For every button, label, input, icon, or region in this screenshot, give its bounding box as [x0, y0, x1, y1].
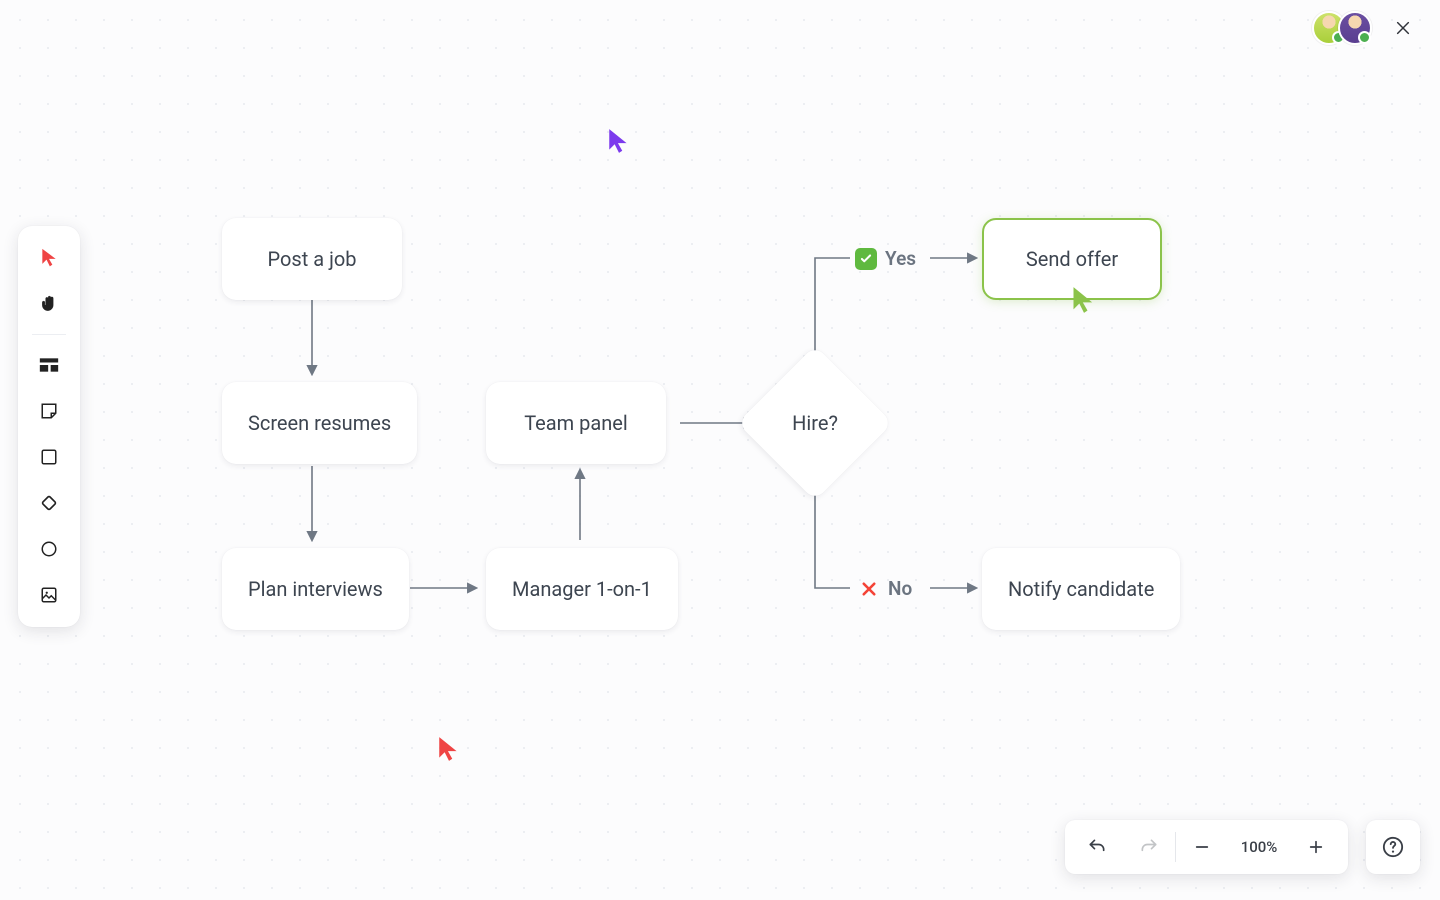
- help-icon: [1382, 836, 1404, 858]
- node-send-offer[interactable]: Send offer: [982, 218, 1162, 300]
- node-label: Screen resumes: [248, 411, 391, 435]
- tool-diamond[interactable]: [26, 481, 72, 525]
- sticky-note-icon: [40, 402, 58, 420]
- x-icon: [858, 578, 880, 600]
- square-icon: [40, 448, 58, 466]
- collaborator-cursor-red: [438, 736, 460, 766]
- check-icon: [855, 248, 877, 270]
- branch-yes[interactable]: Yes: [855, 247, 916, 270]
- minus-icon: [1194, 839, 1210, 855]
- tool-circle[interactable]: [26, 527, 72, 571]
- avatar[interactable]: [1338, 11, 1372, 45]
- tool-pan[interactable]: [26, 282, 72, 326]
- help-button[interactable]: [1366, 820, 1420, 874]
- tool-palette: [18, 226, 80, 627]
- undo-button[interactable]: [1071, 820, 1123, 874]
- collaborator-avatars[interactable]: [1312, 11, 1372, 45]
- branch-label: Yes: [885, 247, 916, 270]
- zoom-value[interactable]: 100%: [1228, 838, 1290, 856]
- hand-icon: [39, 294, 59, 314]
- node-label: Plan interviews: [248, 577, 383, 601]
- tool-select[interactable]: [26, 236, 72, 280]
- section-icon: [39, 357, 59, 373]
- node-hire-decision[interactable]: Hire?: [760, 368, 870, 478]
- tool-image[interactable]: [26, 573, 72, 617]
- image-icon: [40, 586, 58, 604]
- branch-no[interactable]: No: [858, 577, 912, 600]
- redo-icon: [1139, 837, 1159, 857]
- node-label: Team panel: [524, 411, 628, 435]
- circle-icon: [40, 540, 58, 558]
- close-button[interactable]: [1386, 11, 1420, 45]
- node-label: Send offer: [1026, 247, 1118, 271]
- close-icon: [1395, 20, 1411, 36]
- node-team-panel[interactable]: Team panel: [486, 382, 666, 464]
- node-plan-interviews[interactable]: Plan interviews: [222, 548, 409, 630]
- redo-button[interactable]: [1123, 820, 1175, 874]
- node-label: Post a job: [268, 247, 357, 271]
- diamond-icon: [39, 493, 59, 513]
- node-post-job[interactable]: Post a job: [222, 218, 402, 300]
- node-label: Manager 1-on-1: [512, 577, 652, 601]
- zoom-in-button[interactable]: [1290, 820, 1342, 874]
- connectors: [0, 0, 1440, 900]
- collaborator-cursor-purple: [608, 128, 630, 158]
- node-screen-resumes[interactable]: Screen resumes: [222, 382, 417, 464]
- node-label: Hire?: [792, 411, 838, 435]
- zoom-out-button[interactable]: [1176, 820, 1228, 874]
- node-manager-1on1[interactable]: Manager 1-on-1: [486, 548, 678, 630]
- node-label: Notify candidate: [1008, 577, 1154, 601]
- tool-section[interactable]: [26, 343, 72, 387]
- tool-sticky[interactable]: [26, 389, 72, 433]
- divider: [32, 334, 66, 335]
- header: [1292, 0, 1440, 56]
- zoom-controls: 100%: [1065, 820, 1348, 874]
- node-notify-candidate[interactable]: Notify candidate: [982, 548, 1180, 630]
- canvas[interactable]: Post a job Screen resumes Plan interview…: [0, 0, 1440, 900]
- undo-icon: [1087, 837, 1107, 857]
- branch-label: No: [888, 577, 912, 600]
- cursor-icon: [40, 248, 58, 268]
- tool-rectangle[interactable]: [26, 435, 72, 479]
- zoom-bar: 100%: [1065, 820, 1420, 874]
- plus-icon: [1308, 839, 1324, 855]
